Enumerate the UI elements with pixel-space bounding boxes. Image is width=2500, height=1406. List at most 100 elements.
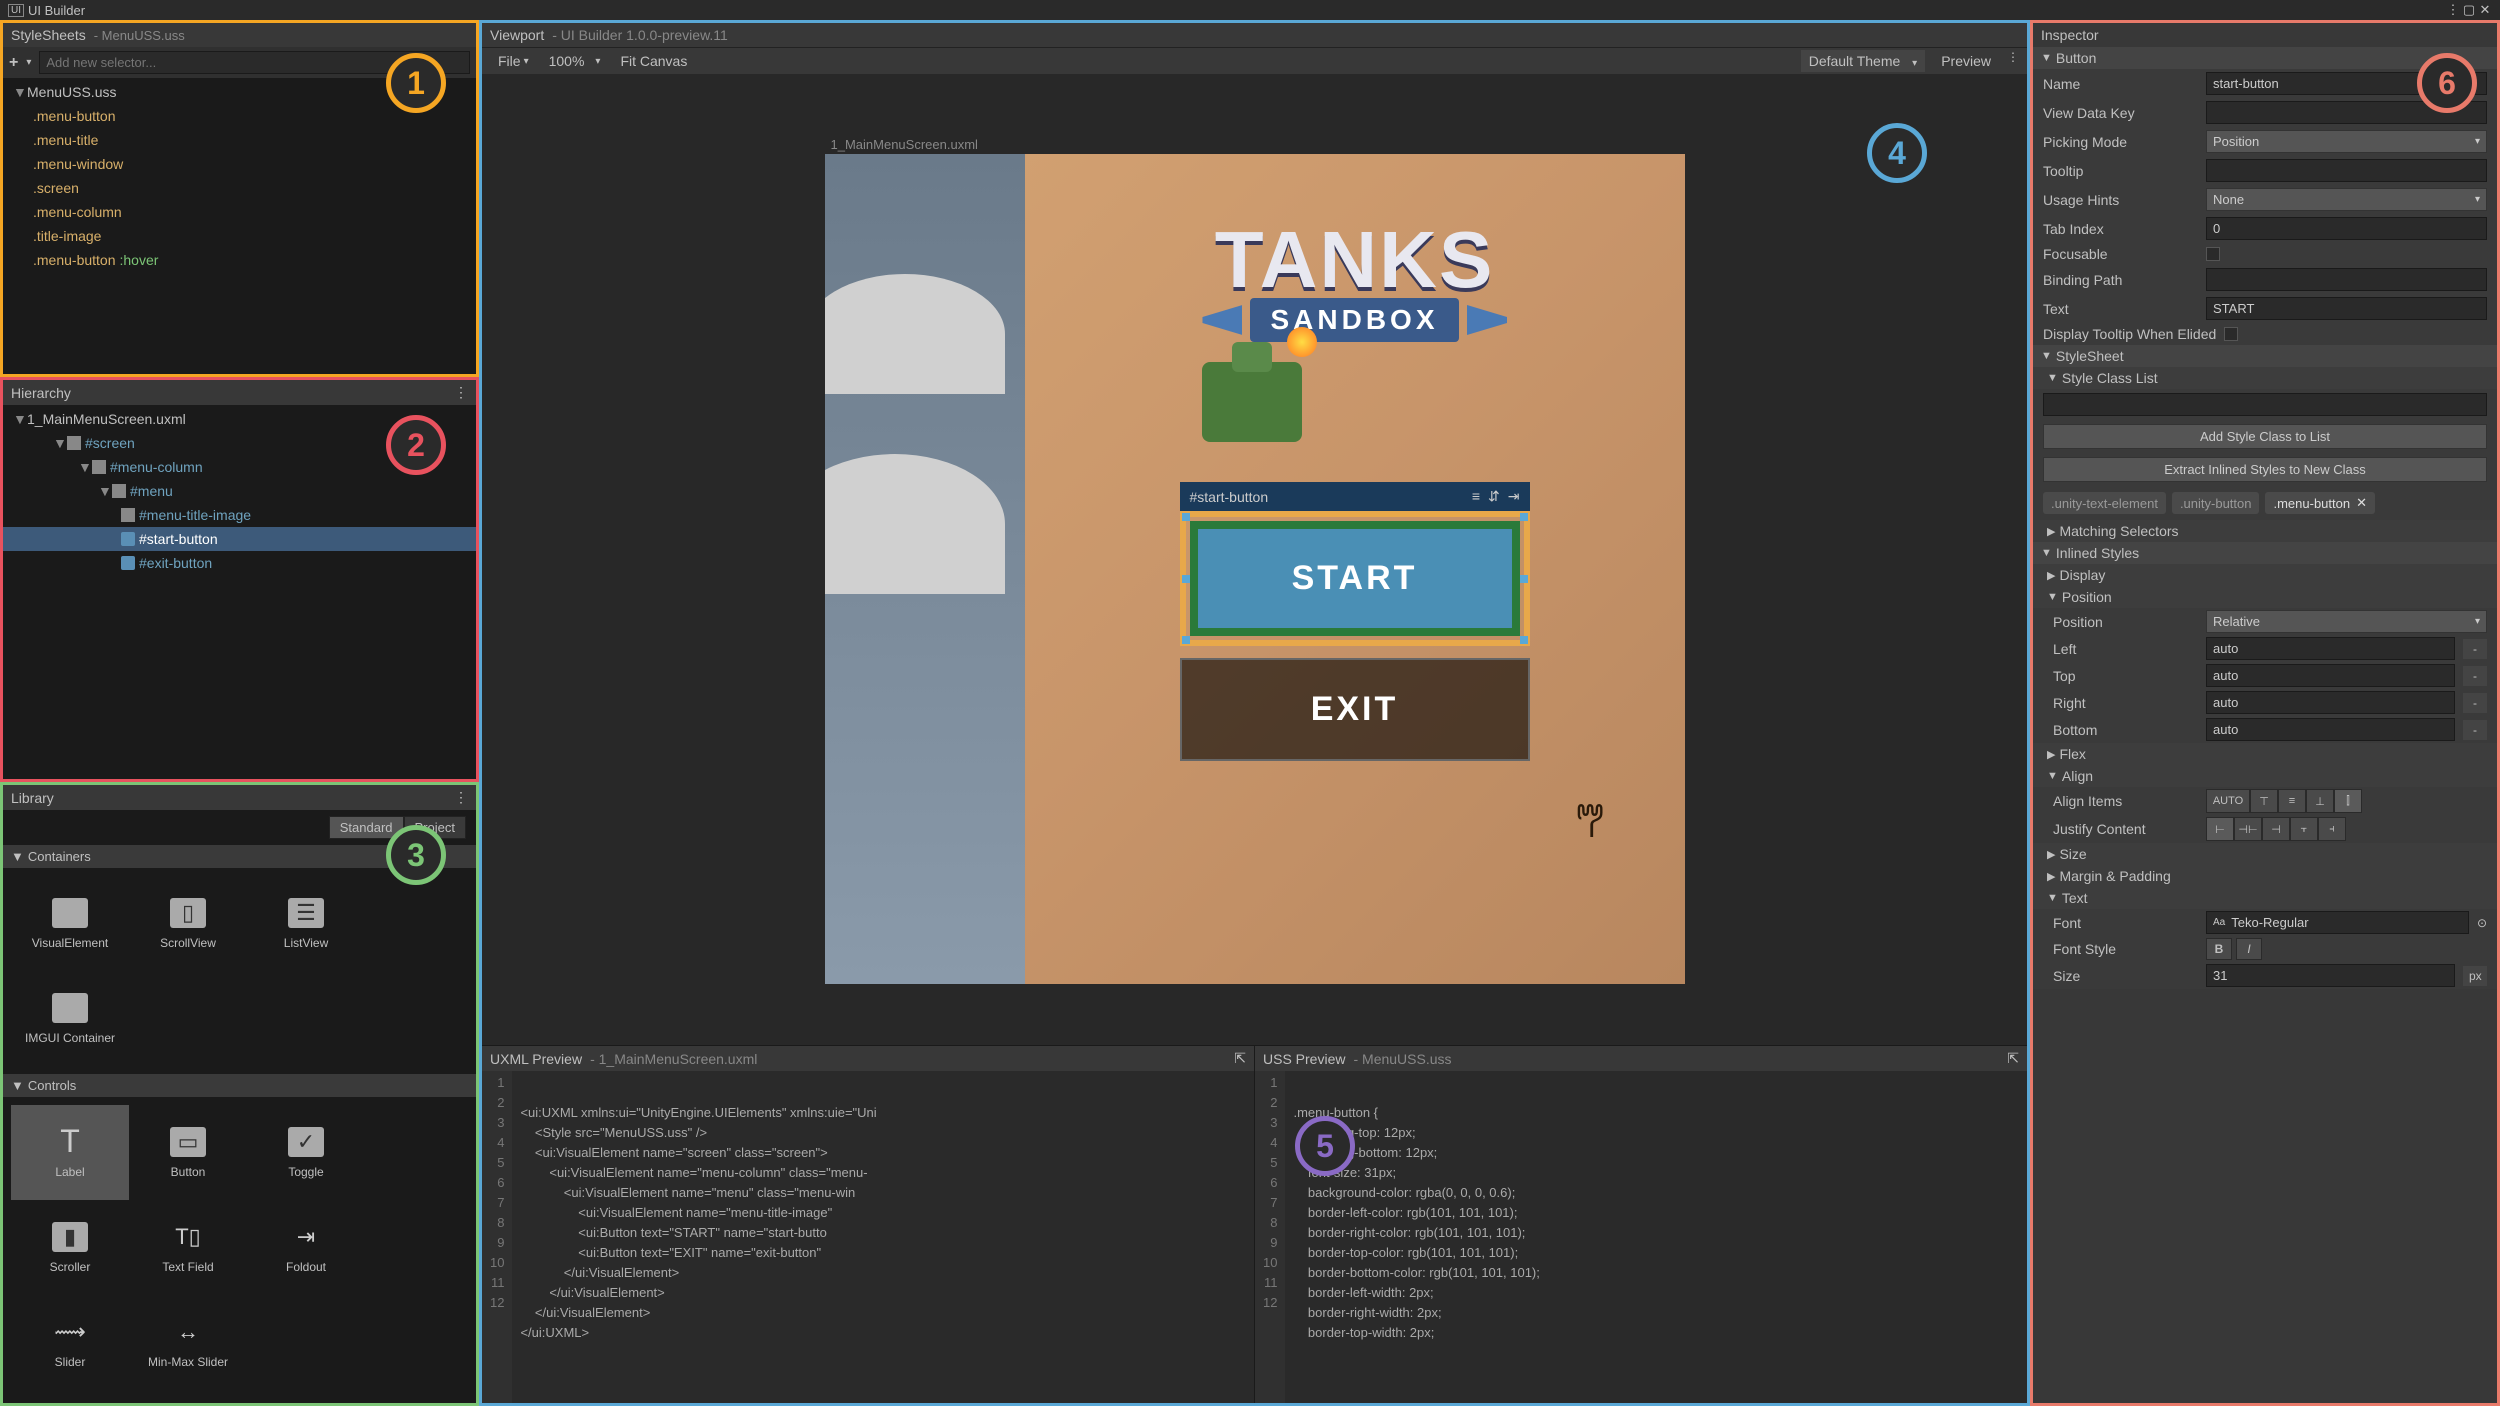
size-section-header[interactable]: ▶Size	[2033, 843, 2497, 865]
justify-between-button[interactable]: ⫟	[2290, 817, 2318, 841]
selector-item[interactable]: .menu-window	[3, 152, 476, 176]
display-section-header[interactable]: ▶Display	[2033, 564, 2497, 586]
start-button-preview[interactable]: START	[1190, 521, 1520, 636]
lib-listview[interactable]: ☰ListView	[247, 876, 365, 971]
position-section-header[interactable]: ▼Position	[2033, 586, 2497, 608]
exit-button-preview[interactable]: EXIT	[1180, 658, 1530, 761]
justify-end-button[interactable]: ⊣	[2262, 817, 2290, 841]
font-picker-icon[interactable]: ⊙	[2477, 916, 2487, 930]
remove-tag-icon[interactable]: ✕	[2356, 495, 2367, 511]
add-styleclass-button[interactable]: Add Style Class to List	[2043, 424, 2487, 449]
margin-section-header[interactable]: ▶Margin & Padding	[2033, 865, 2497, 887]
text-section-header[interactable]: ▼Text	[2033, 887, 2497, 909]
library-menu-icon[interactable]: ⋮	[454, 789, 468, 806]
pickingmode-select[interactable]: Position▾	[2206, 130, 2487, 153]
lib-minmaxslider[interactable]: ↔Min-Max Slider	[129, 1295, 247, 1390]
unit-select[interactable]: px	[2463, 966, 2487, 986]
extract-styles-button[interactable]: Extract Inlined Styles to New Class	[2043, 457, 2487, 482]
unit-select[interactable]: -	[2463, 720, 2487, 740]
more-icon[interactable]: ⋮	[2446, 2, 2460, 18]
selector-item[interactable]: .title-image	[3, 224, 476, 248]
bold-button[interactable]: B	[2206, 938, 2232, 960]
justify-around-button[interactable]: ⫞	[2318, 817, 2346, 841]
hierarchy-item[interactable]: ▼ #menu	[3, 479, 476, 503]
selector-item[interactable]: .menu-column	[3, 200, 476, 224]
align-section-header[interactable]: ▼Align	[2033, 765, 2497, 787]
flex-section-header[interactable]: ▶Flex	[2033, 743, 2497, 765]
position-select[interactable]: Relative▾	[2206, 610, 2487, 633]
file-menu[interactable]: File▾	[490, 50, 537, 72]
justify-center-button[interactable]: ⊣⊢	[2234, 817, 2262, 841]
align-start-button[interactable]: ⊤	[2250, 789, 2278, 813]
style-tag[interactable]: .menu-button✕	[2265, 492, 2375, 514]
close-icon[interactable]: ✕	[2478, 2, 2492, 18]
matching-section-header[interactable]: ▶Matching Selectors	[2033, 520, 2497, 542]
styleclass-input[interactable]	[2043, 393, 2487, 416]
text-input[interactable]	[2206, 297, 2487, 320]
align-icon[interactable]: ⇵	[1488, 488, 1500, 505]
align-icon[interactable]: ⇥	[1508, 488, 1520, 505]
hierarchy-item-selected[interactable]: #start-button	[3, 527, 476, 551]
lib-imgui[interactable]: IMGUI Container	[11, 971, 129, 1066]
lib-button[interactable]: ▭Button	[129, 1105, 247, 1200]
add-selector-button[interactable]: +	[9, 54, 18, 72]
selector-item[interactable]: .screen	[3, 176, 476, 200]
lib-slider[interactable]: ⟿Slider	[11, 1295, 129, 1390]
canvas[interactable]: 1_MainMenuScreen.uxml TANKS SANDBOX	[482, 74, 2027, 1045]
right-input[interactable]	[2206, 691, 2455, 714]
fit-canvas-button[interactable]: Fit Canvas	[612, 50, 695, 72]
theme-select[interactable]: Default Theme ▾	[1801, 50, 1926, 72]
align-end-button[interactable]: ⊥	[2306, 789, 2334, 813]
inlined-section-header[interactable]: ▼Inlined Styles	[2033, 542, 2497, 564]
align-stretch-button[interactable]: ⫿	[2334, 789, 2362, 813]
lib-textfield[interactable]: T▯Text Field	[129, 1200, 247, 1295]
tabindex-input[interactable]	[2206, 217, 2487, 240]
unit-select[interactable]: -	[2463, 693, 2487, 713]
uxml-code[interactable]: <ui:UXML xmlns:ui="UnityEngine.UIElement…	[512, 1071, 884, 1403]
lib-toggle[interactable]: ✓Toggle	[247, 1105, 365, 1200]
top-input[interactable]	[2206, 664, 2455, 687]
popout-icon[interactable]: ⇱	[2007, 1050, 2019, 1067]
preview-button[interactable]: Preview	[1933, 50, 1999, 72]
left-input[interactable]	[2206, 637, 2455, 660]
zoom-level[interactable]: 100%▾	[541, 50, 609, 72]
popout-icon[interactable]: ⇱	[1234, 1050, 1246, 1067]
selected-element-frame[interactable]: START	[1180, 511, 1530, 646]
lib-foldout[interactable]: ⇥Foldout	[247, 1200, 365, 1295]
maximize-icon[interactable]: ▢	[2462, 2, 2476, 18]
button-icon	[121, 556, 135, 570]
styleclass-section-header[interactable]: ▼Style Class List	[2033, 367, 2497, 389]
style-tag[interactable]: .unity-button	[2172, 492, 2260, 514]
font-field[interactable]: AaTeko-Regular	[2206, 911, 2469, 934]
hierarchy-item[interactable]: #exit-button	[3, 551, 476, 575]
align-center-button[interactable]: ≡	[2278, 789, 2306, 813]
unit-select[interactable]: -	[2463, 666, 2487, 686]
selector-item[interactable]: .menu-button:hover	[3, 248, 476, 272]
minmax-icon: ↔	[170, 1317, 206, 1347]
hierarchy-menu-icon[interactable]: ⋮	[454, 384, 468, 401]
viewport-menu-icon[interactable]: ⋮	[2007, 50, 2019, 72]
lib-scrollview[interactable]: ▯ScrollView	[129, 876, 247, 971]
align-auto-button[interactable]: AUTO	[2206, 789, 2250, 813]
selector-item[interactable]: .menu-title	[3, 128, 476, 152]
lib-scroller[interactable]: ▮Scroller	[11, 1200, 129, 1295]
lib-visualelement[interactable]: VisualElement	[11, 876, 129, 971]
stylesheet-section-header[interactable]: ▼StyleSheet	[2033, 345, 2497, 367]
lib-label[interactable]: TLabel	[11, 1105, 129, 1200]
focusable-checkbox[interactable]	[2206, 247, 2220, 261]
tooltip-input[interactable]	[2206, 159, 2487, 182]
tank-icon	[1202, 362, 1302, 442]
add-dropdown-icon[interactable]: ▾	[26, 57, 31, 68]
fontsize-input[interactable]	[2206, 964, 2455, 987]
bottom-input[interactable]	[2206, 718, 2455, 741]
tooltip-elided-checkbox[interactable]	[2224, 327, 2238, 341]
bindingpath-input[interactable]	[2206, 268, 2487, 291]
usagehints-select[interactable]: None▾	[2206, 188, 2487, 211]
italic-button[interactable]: I	[2236, 938, 2262, 960]
style-tag[interactable]: .unity-text-element	[2043, 492, 2166, 514]
justify-start-button[interactable]: ⊢	[2206, 817, 2234, 841]
controls-header[interactable]: ▼Controls	[3, 1074, 476, 1097]
hierarchy-item[interactable]: #menu-title-image	[3, 503, 476, 527]
unit-select[interactable]: -	[2463, 639, 2487, 659]
align-icon[interactable]: ≡	[1472, 488, 1480, 505]
